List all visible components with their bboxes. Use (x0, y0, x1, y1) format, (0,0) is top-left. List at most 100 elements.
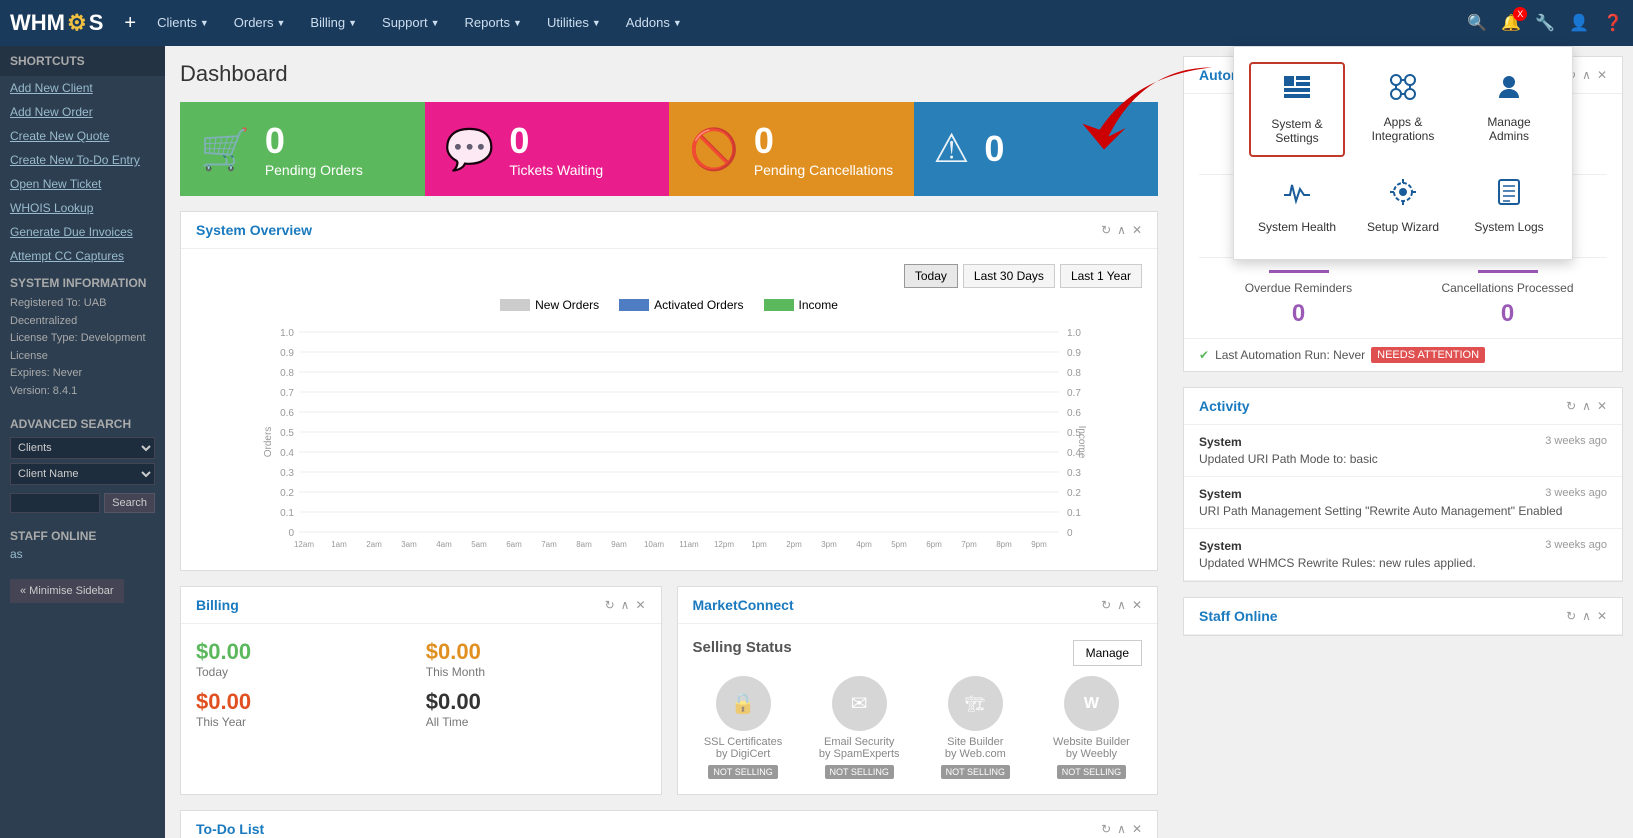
staff-refresh-icon[interactable]: ↻ (1566, 609, 1576, 623)
stat-reminders: Overdue Reminders 0 (1199, 270, 1398, 328)
svg-text:7pm: 7pm (961, 540, 977, 549)
sidebar-link-add-client[interactable]: Add New Client (0, 76, 165, 100)
billing-expand-icon[interactable]: ∧ (621, 598, 630, 612)
activity-item-1-desc: Updated URI Path Mode to: basic (1199, 452, 1607, 466)
nav-utilities[interactable]: Utilities ▼ (537, 0, 611, 46)
notification-icon-btn[interactable]: 🔔 X (1501, 13, 1521, 33)
activity-actions: ↻ ∧ ✕ (1566, 399, 1607, 413)
sidebar-link-new-ticket[interactable]: Open New Ticket (0, 172, 165, 196)
svg-text:8am: 8am (576, 540, 592, 549)
activity-close-icon[interactable]: ✕ (1597, 399, 1607, 413)
svg-text:0.9: 0.9 (1067, 348, 1081, 359)
search-field-dropdown[interactable]: Client Name (10, 463, 155, 485)
add-button[interactable]: + (118, 12, 142, 35)
dropdown-setup-wizard[interactable]: Setup Wizard (1355, 167, 1451, 244)
todo-header: To-Do List ↻ ∧ ✕ (181, 811, 1157, 838)
billing-month-amount: $0.00 (426, 639, 646, 665)
nav-support[interactable]: Support ▼ (372, 0, 449, 46)
sidebar-link-add-order[interactable]: Add New Order (0, 100, 165, 124)
market-actions: ↻ ∧ ✕ (1101, 598, 1142, 612)
activity-item-2-time: 3 weeks ago (1545, 487, 1607, 501)
sidebar-link-create-quote[interactable]: Create New Quote (0, 124, 165, 148)
billing-refresh-icon[interactable]: ↻ (605, 598, 615, 612)
sidebar-link-cc-captures[interactable]: Attempt CC Captures (0, 244, 165, 268)
help-icon-btn[interactable]: ❓ (1603, 13, 1623, 33)
search-type-dropdown[interactable]: Clients (10, 437, 155, 459)
nav-addons[interactable]: Addons ▼ (616, 0, 692, 46)
stat-info-orders: 0 Pending Orders (265, 120, 363, 178)
search-row: Search (10, 493, 155, 513)
top-nav: WHM⚙S + Clients ▼ Orders ▼ Billing ▼ Sup… (0, 0, 1633, 46)
svg-text:0: 0 (288, 528, 294, 539)
legend-label-income: Income (799, 298, 838, 312)
staff-expand-icon[interactable]: ∧ (1582, 609, 1591, 623)
activity-expand-icon[interactable]: ∧ (1582, 399, 1591, 413)
staff-online-title: Staff Online (1199, 608, 1278, 624)
activity-item-3-desc: Updated WHMCS Rewrite Rules: new rules a… (1199, 556, 1607, 570)
nav-billing[interactable]: Billing ▼ (300, 0, 367, 46)
auto-expand-icon[interactable]: ∧ (1582, 68, 1591, 82)
search-input[interactable] (10, 493, 100, 513)
sidebar-link-create-todo[interactable]: Create New To-Do Entry (0, 148, 165, 172)
user-icon-btn[interactable]: 👤 (1569, 13, 1589, 33)
close-icon[interactable]: ✕ (1132, 223, 1142, 237)
ssl-name: SSL Certificatesby DigiCert (693, 736, 794, 760)
billing-close-icon[interactable]: ✕ (635, 598, 645, 612)
activity-title: Activity (1199, 398, 1250, 414)
logo-text: WHM (10, 10, 65, 36)
expand-icon[interactable]: ∧ (1117, 223, 1126, 237)
dropdown-apps-integrations[interactable]: Apps & Integrations (1355, 62, 1451, 157)
activity-item-2-header: System 3 weeks ago (1199, 487, 1607, 501)
svg-text:0.2: 0.2 (280, 488, 294, 499)
nav-reports[interactable]: Reports ▼ (455, 0, 532, 46)
sidebar-link-whois[interactable]: WHOIS Lookup (0, 196, 165, 220)
sidebar-link-generate-invoices[interactable]: Generate Due Invoices (0, 220, 165, 244)
minimise-sidebar-btn[interactable]: « Minimise Sidebar (10, 579, 124, 603)
manage-button[interactable]: Manage (1073, 640, 1142, 666)
ssl-icon: 🔒 (716, 676, 771, 731)
wrench-icon-btn[interactable]: 🔧 (1535, 13, 1555, 33)
billing-actions: ↻ ∧ ✕ (605, 598, 646, 612)
dropdown-system-logs[interactable]: System Logs (1461, 167, 1557, 244)
svg-text:3am: 3am (401, 540, 417, 549)
nav-clients[interactable]: Clients ▼ (147, 0, 219, 46)
system-logs-icon (1494, 177, 1524, 214)
svg-text:0.5: 0.5 (280, 428, 294, 439)
billing-title: Billing (196, 597, 239, 613)
chart-btn-today[interactable]: Today (904, 264, 958, 288)
market-content: Selling Status Manage 🔒 SSL Certificates… (678, 624, 1158, 794)
weebly-status: NOT SELLING (1057, 765, 1126, 779)
todo-refresh-icon[interactable]: ↻ (1101, 822, 1111, 836)
dropdown-system-settings[interactable]: System & Settings (1249, 62, 1345, 157)
market-expand-icon[interactable]: ∧ (1117, 598, 1126, 612)
stat-card-pending-orders: 🛒 0 Pending Orders (180, 102, 425, 196)
ssl-status: NOT SELLING (708, 765, 777, 779)
market-status-row: Selling Status Manage (693, 639, 1143, 666)
product-weebly: W Website Builderby Weebly NOT SELLING (1041, 676, 1142, 779)
search-icon-btn[interactable]: 🔍 (1467, 13, 1487, 33)
nav-orders[interactable]: Orders ▼ (224, 0, 296, 46)
activity-refresh-icon[interactable]: ↻ (1566, 399, 1576, 413)
market-refresh-icon[interactable]: ↻ (1101, 598, 1111, 612)
dropdown-system-health[interactable]: System Health (1249, 167, 1345, 244)
staff-close-icon[interactable]: ✕ (1597, 609, 1607, 623)
chart-btn-1year[interactable]: Last 1 Year (1060, 264, 1142, 288)
chart-btn-30days[interactable]: Last 30 Days (963, 264, 1055, 288)
todo-close-icon[interactable]: ✕ (1132, 822, 1142, 836)
svg-text:1pm: 1pm (751, 540, 767, 549)
system-settings-label: System & Settings (1256, 117, 1338, 145)
search-button[interactable]: Search (104, 493, 155, 513)
dropdown-manage-admins[interactable]: Manage Admins (1461, 62, 1557, 157)
dropdown-grid: System & Settings Apps & Integrations (1249, 62, 1557, 244)
selling-status-title: Selling Status (693, 639, 792, 656)
pending-orders-label: Pending Orders (265, 162, 363, 178)
billing-today-amount: $0.00 (196, 639, 416, 665)
auto-close-icon[interactable]: ✕ (1597, 68, 1607, 82)
todo-expand-icon[interactable]: ∧ (1117, 822, 1126, 836)
legend-income: Income (764, 298, 838, 312)
refresh-icon[interactable]: ↻ (1101, 223, 1111, 237)
svg-text:6am: 6am (506, 540, 522, 549)
svg-text:2am: 2am (366, 540, 382, 549)
alerts-number: 0 (984, 128, 1004, 170)
market-close-icon[interactable]: ✕ (1132, 598, 1142, 612)
